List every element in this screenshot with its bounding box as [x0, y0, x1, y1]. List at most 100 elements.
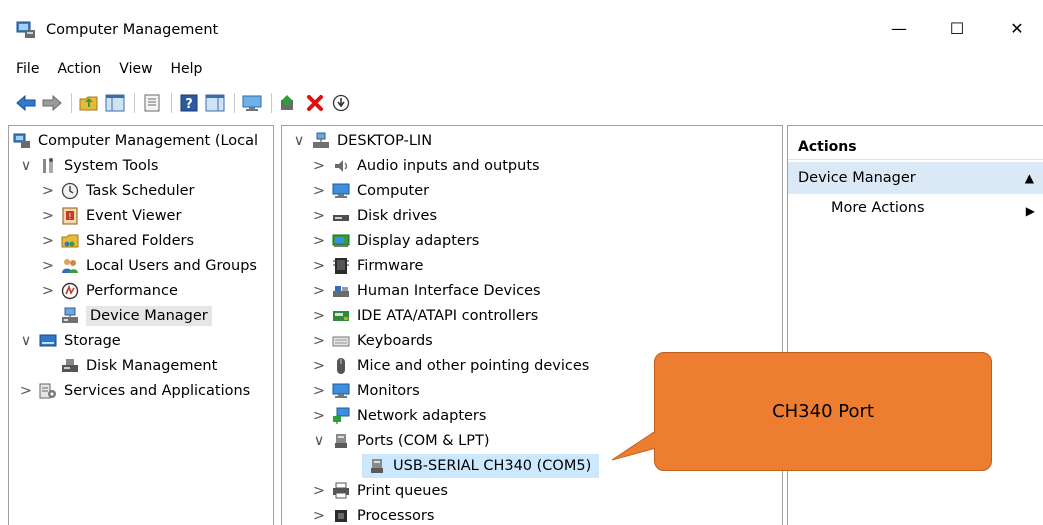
- svg-text:!: !: [68, 212, 71, 221]
- console-tree: Computer Management (Local ∨ System Tools >…: [8, 125, 274, 525]
- tree-item[interactable]: Disk Management: [41, 354, 217, 378]
- device-category[interactable]: > IDE ATA/ATAPI controllers: [312, 304, 538, 328]
- chevron-down-icon[interactable]: ∨: [19, 158, 33, 174]
- collapse-up-icon[interactable]: ▲: [1025, 162, 1034, 194]
- tree-item[interactable]: > Performance: [41, 279, 178, 303]
- device-category[interactable]: > Network adapters: [312, 404, 486, 428]
- firmware-icon: [332, 257, 350, 275]
- device-category[interactable]: > Mice and other pointing devices: [312, 354, 589, 378]
- toolbar-separator: [134, 93, 135, 113]
- speaker-icon: [332, 157, 350, 175]
- chevron-right-icon[interactable]: >: [41, 233, 55, 249]
- ide-controller-icon: [332, 307, 350, 325]
- menu-file[interactable]: File: [0, 58, 48, 80]
- chevron-right-icon[interactable]: >: [312, 208, 326, 224]
- submenu-arrow-icon[interactable]: ▶: [1026, 204, 1035, 218]
- menu-bar: File Action View Help: [0, 58, 211, 80]
- device-label: Keyboards: [357, 333, 433, 349]
- display-adapter-icon: [332, 232, 350, 250]
- device-category[interactable]: > Computer: [312, 179, 429, 203]
- device-category[interactable]: > Human Interface Devices: [312, 279, 541, 303]
- tree-item[interactable]: ∨ System Tools: [19, 154, 158, 178]
- device-category[interactable]: > Monitors: [312, 379, 420, 403]
- disk-drive-icon: [332, 207, 350, 225]
- tree-item-label: Shared Folders: [86, 233, 195, 249]
- device-label: Display adapters: [357, 233, 480, 249]
- device-category[interactable]: > Disk drives: [312, 204, 437, 228]
- chevron-right-icon[interactable]: >: [312, 308, 326, 324]
- computer-management-icon: [16, 21, 35, 38]
- menu-action[interactable]: Action: [48, 58, 110, 80]
- up-folder-icon[interactable]: [77, 91, 101, 115]
- show-hide-tree-icon[interactable]: [103, 91, 127, 115]
- device-tree-root-label: DESKTOP-LIN: [337, 133, 433, 149]
- properties-icon[interactable]: [140, 91, 164, 115]
- chevron-down-icon[interactable]: ∨: [292, 133, 306, 149]
- device-category[interactable]: > Print queues: [312, 479, 448, 503]
- window-title: Computer Management: [46, 22, 219, 38]
- chevron-right-icon[interactable]: >: [312, 508, 326, 524]
- monitor-icon: [332, 382, 350, 400]
- chevron-right-icon[interactable]: >: [312, 158, 326, 174]
- device-label: Audio inputs and outputs: [357, 158, 540, 174]
- device-item-selected[interactable]: USB-SERIAL CH340 (COM5): [362, 454, 600, 478]
- device-category[interactable]: > Audio inputs and outputs: [312, 154, 540, 178]
- device-label: Processors: [357, 508, 435, 524]
- chevron-right-icon[interactable]: >: [312, 233, 326, 249]
- chevron-right-icon[interactable]: >: [41, 208, 55, 224]
- chevron-right-icon[interactable]: >: [312, 333, 326, 349]
- device-label: Network adapters: [357, 408, 487, 424]
- show-hide-action-pane-icon[interactable]: [203, 91, 227, 115]
- tree-item[interactable]: > Local Users and Groups: [41, 254, 257, 278]
- chevron-right-icon[interactable]: >: [312, 358, 326, 374]
- chevron-right-icon[interactable]: >: [312, 183, 326, 199]
- chevron-down-icon[interactable]: ∨: [312, 433, 326, 449]
- tree-item[interactable]: > Services and Applications: [19, 379, 250, 403]
- device-label: Firmware: [357, 258, 424, 274]
- device-category[interactable]: > Display adapters: [312, 229, 479, 253]
- menu-view[interactable]: View: [110, 58, 161, 80]
- svg-text:?: ?: [185, 97, 193, 112]
- scan-hardware-icon[interactable]: [329, 91, 353, 115]
- device-label: Ports (COM & LPT): [357, 433, 490, 449]
- minimize-button[interactable]: —: [876, 8, 922, 48]
- help-icon[interactable]: ?: [177, 91, 201, 115]
- chevron-right-icon[interactable]: >: [312, 283, 326, 299]
- chevron-right-icon[interactable]: >: [312, 258, 326, 274]
- chevron-right-icon[interactable]: >: [312, 408, 326, 424]
- close-button[interactable]: ✕: [994, 8, 1040, 48]
- update-driver-icon[interactable]: [277, 91, 301, 115]
- tree-item[interactable]: Computer Management (Local: [13, 129, 258, 153]
- back-arrow-icon[interactable]: [14, 91, 38, 115]
- tree-item-label: System Tools: [64, 158, 159, 174]
- tree-item[interactable]: > Task Scheduler: [41, 179, 195, 203]
- actions-section-device-manager[interactable]: Device Manager ▲: [788, 162, 1043, 194]
- tree-item[interactable]: >! Event Viewer: [41, 204, 181, 228]
- tree-item[interactable]: ∨ Storage: [19, 329, 121, 353]
- device-category[interactable]: > Keyboards: [312, 329, 433, 353]
- more-actions-link[interactable]: More Actions: [831, 200, 925, 216]
- maximize-button[interactable]: ☐: [934, 8, 980, 48]
- chevron-right-icon[interactable]: >: [41, 283, 55, 299]
- chevron-right-icon[interactable]: >: [312, 383, 326, 399]
- chevron-right-icon[interactable]: >: [41, 258, 55, 274]
- device-label: Disk drives: [357, 208, 438, 224]
- chevron-down-icon[interactable]: ∨: [19, 333, 33, 349]
- device-tree-root[interactable]: ∨ DESKTOP-LIN: [292, 129, 432, 153]
- tree-item[interactable]: > Shared Folders: [41, 229, 194, 253]
- menu-help[interactable]: Help: [162, 58, 212, 80]
- tree-item[interactable]: Device Manager: [41, 304, 212, 328]
- chevron-right-icon[interactable]: >: [19, 383, 33, 399]
- device-category[interactable]: > Processors: [312, 504, 434, 525]
- tree-item-label: Services and Applications: [64, 383, 251, 399]
- chevron-right-icon[interactable]: >: [312, 483, 326, 499]
- computer-icon: [332, 182, 350, 200]
- users-icon: [61, 257, 79, 275]
- device-category[interactable]: ∨ Ports (COM & LPT): [312, 429, 490, 453]
- monitor-icon[interactable]: [240, 91, 264, 115]
- device-category[interactable]: > Firmware: [312, 254, 423, 278]
- tree-item-label: Event Viewer: [86, 208, 182, 224]
- uninstall-icon[interactable]: [303, 91, 327, 115]
- forward-arrow-icon[interactable]: [40, 91, 64, 115]
- chevron-right-icon[interactable]: >: [41, 183, 55, 199]
